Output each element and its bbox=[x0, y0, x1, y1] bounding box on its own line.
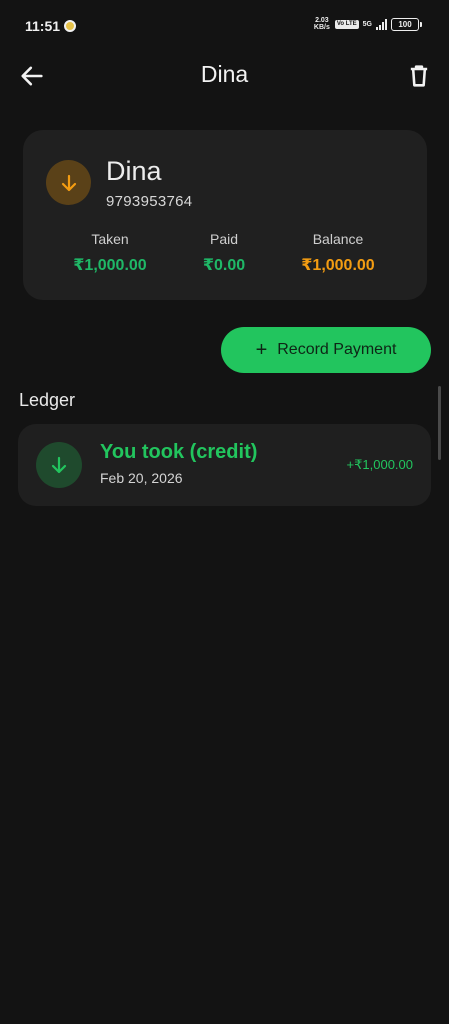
ledger-item-avatar bbox=[36, 442, 82, 488]
balance-label: Balance bbox=[312, 231, 364, 247]
battery-icon: 100 bbox=[391, 17, 422, 31]
arrow-down-icon bbox=[61, 174, 76, 191]
app-bar: Dina bbox=[0, 52, 449, 100]
taken-label: Taken bbox=[91, 231, 129, 247]
record-payment-label: Record Payment bbox=[277, 341, 397, 358]
notification-dot-icon bbox=[64, 20, 76, 32]
network-type: 5G bbox=[362, 20, 372, 28]
ledger-item-date: Feb 20, 2026 bbox=[100, 470, 183, 486]
delete-button[interactable] bbox=[405, 62, 433, 90]
status-indicators: 2.03 KB/s Vo LTE 5G 100 bbox=[313, 17, 423, 31]
scrollbar[interactable] bbox=[438, 386, 441, 460]
avatar bbox=[46, 160, 91, 205]
paid-value: ₹0.00 bbox=[202, 257, 246, 274]
summary-balance: Balance ₹1,000.00 bbox=[278, 231, 398, 275]
battery-level: 100 bbox=[398, 19, 412, 29]
screen: 11:51 2.03 KB/s Vo LTE 5G 100 Dina Dina … bbox=[0, 0, 449, 1024]
summary-taken: Taken ₹1,000.00 bbox=[50, 231, 170, 275]
record-payment-button[interactable]: + Record Payment bbox=[221, 327, 431, 373]
trash-icon bbox=[410, 65, 428, 87]
taken-value: ₹1,000.00 bbox=[73, 257, 147, 274]
ledger-heading: Ledger bbox=[19, 390, 76, 410]
plus-icon: + bbox=[255, 339, 268, 361]
volte-icon: Vo LTE bbox=[334, 19, 359, 29]
arrow-down-icon bbox=[51, 456, 67, 474]
paid-label: Paid bbox=[209, 231, 239, 247]
contact-card: Dina 9793953764 Taken ₹1,000.00 Paid ₹0.… bbox=[23, 130, 427, 300]
summary-paid: Paid ₹0.00 bbox=[164, 231, 284, 275]
network-speed: 2.03 KB/s bbox=[313, 17, 330, 31]
status-bar: 11:51 2.03 KB/s Vo LTE 5G 100 bbox=[0, 0, 449, 52]
status-time: 11:51 bbox=[25, 18, 61, 34]
balance-summary: Taken ₹1,000.00 Paid ₹0.00 Balance ₹1,00… bbox=[23, 231, 427, 281]
ledger-item[interactable]: You took (credit) Feb 20, 2026 +₹1,000.0… bbox=[18, 424, 431, 506]
contact-phone: 9793953764 bbox=[106, 193, 193, 210]
signal-bars-icon bbox=[376, 18, 387, 30]
balance-value: ₹1,000.00 bbox=[301, 257, 375, 274]
ledger-item-amount: +₹1,000.00 bbox=[346, 457, 413, 472]
ledger-item-title: You took (credit) bbox=[100, 441, 258, 463]
page-title: Dina bbox=[200, 61, 249, 87]
contact-name: Dina bbox=[106, 156, 162, 186]
